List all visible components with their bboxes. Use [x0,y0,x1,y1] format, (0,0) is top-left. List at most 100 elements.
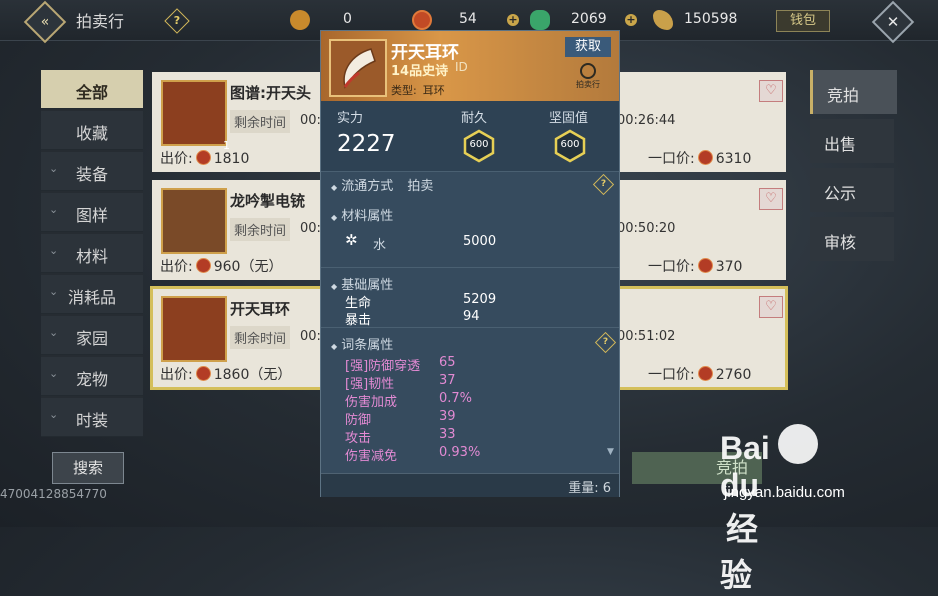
favorite-heart-icon[interactable]: ♡ [759,188,783,210]
affix-value: 0.7% [439,391,473,406]
base-attr-value: 94 [463,309,480,324]
time-right: 00:50:20 [617,221,676,236]
remain-label: 剩余时间 [230,218,291,241]
water-element-icon: ✲ [345,231,358,249]
red-coin-icon [195,366,211,381]
bag-currency-icon [290,10,310,30]
affix-title: ◆ 词条属性 [331,338,394,353]
red-coin-icon [195,150,211,165]
bid-price: 出价: 960（无） [160,258,283,275]
bid-price: 出价: 1810 [160,150,250,167]
item-icon: 1 [161,80,230,152]
bid-price: 出价: 1860（无） [160,366,292,383]
favorite-heart-icon[interactable]: ♡ [759,296,783,318]
add-currency-2-button[interactable]: + [625,14,637,26]
category-patterns[interactable]: ⌄ 图样 [41,193,143,232]
solidity-label: 坚固值 [549,111,589,126]
item-name: 龙吟掣电铳 [230,192,306,210]
red-coin-icon [697,150,713,165]
base-attr-section: ◆ 基础属性 生命 5209 暴击 94 [321,267,619,328]
affix-name: 防御 [345,413,372,428]
affix-value: 0.93% [439,445,481,460]
item-id-text: 47004128854770 [0,487,107,501]
item-detail-popup: 开天耳环 14品史诗 ID 类型: 耳环 获取 拍卖行 实力 2227 耐久 60… [320,30,620,497]
solidity-hex-icon: 600 [553,129,587,163]
affix-value: 37 [439,373,456,388]
close-icon: ✕ [886,13,900,31]
category-consumables[interactable]: ⌄ 消耗品 [41,275,143,314]
popup-id-label: ID [455,60,468,74]
affix-name: 伤害加成 [345,395,398,410]
popup-stats: 实力 2227 耐久 600 坚固值 600 [321,101,619,171]
material-value: 5000 [463,234,497,249]
material-title: ◆ 材料属性 [331,209,394,224]
earring-icon [329,39,387,97]
popup-type: 类型: 耳环 [391,84,445,97]
page-title: 拍卖行 [76,12,125,31]
affix-section: ◆ 词条属性 ? [强]防御穿透 65 [强]韧性 37 伤害加成 0.7% 防… [321,327,619,462]
base-attr-title: ◆ 基础属性 [331,278,394,293]
tab-review[interactable]: 审核 [810,217,894,261]
affix-help-icon[interactable]: ? [594,331,617,354]
affix-value: 39 [439,409,456,424]
back-arrow-icon: « [40,14,50,30]
favorite-heart-icon[interactable]: ♡ [759,80,783,102]
base-attr-value: 5209 [463,292,497,307]
affix-name: 伤害减免 [345,449,398,462]
base-attr-name: 暴击 [345,313,372,328]
popup-quality: 14品史诗 [391,64,449,79]
category-all[interactable]: 全部 [41,70,143,109]
red-coin-icon [697,366,713,381]
scroll-down-icon[interactable]: ▼ [607,447,614,457]
category-home[interactable]: ⌄ 家园 [41,316,143,355]
currency-value-0: 0 [343,11,352,27]
power-label: 实力 [337,111,364,126]
add-currency-1-button[interactable]: + [507,14,519,26]
tab-bid[interactable]: 竞拍 [810,70,897,114]
red-coin-icon [412,10,432,30]
remain-value: 00: [300,329,321,344]
circulation-help-icon[interactable]: ? [592,173,615,196]
weight-label: 重量: 6 [568,481,611,496]
baidu-paw-icon [778,424,818,464]
buyout-price: 一口价: 6310 [648,150,752,167]
remain-value: 00: [300,113,321,128]
get-button[interactable]: 获取 [565,37,611,57]
time-right: 00:51:02 [617,329,676,344]
watermark-site: jingyan.baidu.com [724,484,845,501]
remain-label: 剩余时间 [230,326,291,349]
item-name: 图谱:开天头 [230,84,311,102]
category-equipment[interactable]: ⌄ 装备 [41,152,143,191]
category-fashion[interactable]: ⌄ 时装 [41,398,143,437]
affix-name: [强]防御穿透 [345,359,421,374]
affix-value: 33 [439,427,456,442]
currency-value-1: 54 [459,11,477,27]
circulation-label: ◆ 流通方式 拍卖 [331,179,434,194]
category-pets[interactable]: ⌄ 宠物 [41,357,143,396]
currency-value-2: 2069 [571,11,607,27]
tab-sell[interactable]: 出售 [810,119,894,163]
durability-hex-icon: 600 [462,129,496,163]
popup-header: 开天耳环 14品史诗 ID 类型: 耳环 获取 拍卖行 [321,31,619,101]
red-coin-icon [697,258,713,273]
remain-label: 剩余时间 [230,110,291,133]
durability-label: 耐久 [461,111,488,126]
buyout-price: 一口价: 2760 [648,366,752,383]
tab-public[interactable]: 公示 [810,168,894,212]
material-section: ◆ 材料属性 ✲ 水 5000 [321,199,619,269]
jade-icon [530,10,550,30]
affix-value: 65 [439,355,456,370]
search-button[interactable]: 搜索 [52,452,124,484]
category-materials[interactable]: ⌄ 材料 [41,234,143,273]
popup-footer: 重量: 6 [321,473,619,497]
auction-house-icon[interactable]: 拍卖行 [573,63,603,91]
material-element: 水 [373,238,387,253]
category-favorites[interactable]: 收藏 [41,111,143,150]
buyout-price: 一口价: 370 [648,258,743,275]
affix-name: 攻击 [345,431,372,446]
wallet-button[interactable]: 钱包 [776,10,830,32]
item-icon [161,188,227,254]
red-coin-icon [195,258,211,273]
currency-value-3: 150598 [684,11,738,27]
power-value: 2227 [337,131,396,157]
